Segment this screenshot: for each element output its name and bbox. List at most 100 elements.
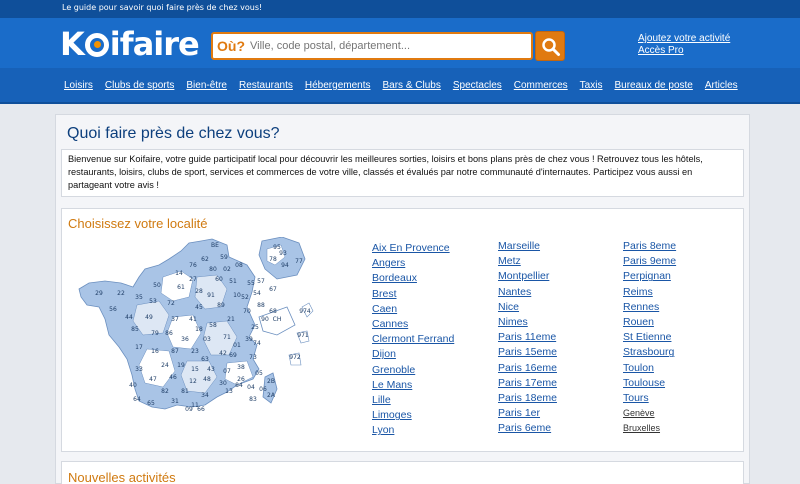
department-label[interactable]: 47 bbox=[149, 376, 157, 383]
department-label[interactable]: 67 bbox=[269, 286, 277, 293]
department-label[interactable]: 87 bbox=[171, 348, 179, 355]
city-link[interactable]: Paris 16eme bbox=[498, 362, 557, 374]
department-label[interactable]: 18 bbox=[195, 326, 203, 333]
department-label[interactable]: 10 bbox=[233, 292, 241, 299]
department-label[interactable]: 07 bbox=[223, 368, 231, 375]
nav-link[interactable]: Bureaux de poste bbox=[614, 80, 692, 91]
city-link[interactable]: Nantes bbox=[498, 286, 531, 298]
city-link[interactable]: Toulouse bbox=[623, 377, 665, 389]
nav-link[interactable]: Bars & Clubs bbox=[382, 80, 440, 91]
city-link[interactable]: Paris 18eme bbox=[498, 392, 557, 404]
city-link[interactable]: Lille bbox=[372, 394, 391, 406]
nav-link[interactable]: Loisirs bbox=[64, 80, 93, 91]
department-label[interactable]: 33 bbox=[135, 366, 143, 373]
department-label[interactable]: 93 bbox=[279, 250, 287, 257]
nav-link[interactable]: Bien-être bbox=[186, 80, 227, 91]
city-link[interactable]: Toulon bbox=[623, 362, 654, 374]
city-link[interactable]: Dijon bbox=[372, 348, 396, 360]
city-link[interactable]: Lyon bbox=[372, 424, 394, 436]
department-label[interactable]: 64 bbox=[133, 396, 141, 403]
city-link[interactable]: Paris 1er bbox=[498, 407, 540, 419]
department-label[interactable]: 66 bbox=[197, 406, 205, 413]
city-link[interactable]: Bordeaux bbox=[372, 272, 417, 284]
department-label[interactable]: 84 bbox=[235, 382, 243, 389]
department-label[interactable]: 83 bbox=[249, 396, 257, 403]
department-label[interactable]: 12 bbox=[189, 378, 197, 385]
department-label[interactable]: 05 bbox=[255, 370, 263, 377]
department-label[interactable]: 36 bbox=[181, 336, 189, 343]
department-label[interactable]: 06 bbox=[259, 386, 267, 393]
department-label[interactable]: 48 bbox=[203, 376, 211, 383]
department-label[interactable]: 13 bbox=[225, 388, 233, 395]
nav-link[interactable]: Hébergements bbox=[305, 80, 371, 91]
department-label[interactable]: 52 bbox=[241, 294, 249, 301]
city-link[interactable]: Le Mans bbox=[372, 379, 412, 391]
city-link[interactable]: Angers bbox=[372, 257, 405, 269]
department-label[interactable]: 972 bbox=[289, 354, 301, 361]
department-label[interactable]: 01 bbox=[233, 342, 241, 349]
city-link[interactable]: Limoges bbox=[372, 409, 412, 421]
department-label[interactable]: 61 bbox=[177, 284, 185, 291]
department-label[interactable]: 79 bbox=[151, 330, 159, 337]
city-link[interactable]: Paris 9eme bbox=[623, 255, 676, 267]
nav-link[interactable]: Spectacles bbox=[453, 80, 502, 91]
department-label[interactable]: 72 bbox=[167, 300, 175, 307]
department-label[interactable]: 81 bbox=[181, 388, 189, 395]
department-label[interactable]: 82 bbox=[161, 388, 169, 395]
department-label[interactable]: 974 bbox=[299, 308, 311, 315]
department-label[interactable]: 57 bbox=[257, 278, 265, 285]
department-label[interactable]: 35 bbox=[135, 294, 143, 301]
nav-link[interactable]: Commerces bbox=[514, 80, 568, 91]
department-label[interactable]: 53 bbox=[149, 298, 157, 305]
department-label[interactable]: 17 bbox=[135, 344, 143, 351]
department-label[interactable]: 43 bbox=[207, 366, 215, 373]
city-link[interactable]: Aix En Provence bbox=[372, 242, 450, 254]
department-label[interactable]: 03 bbox=[203, 336, 211, 343]
city-link[interactable]: Montpellier bbox=[498, 270, 549, 282]
city-link[interactable]: Caen bbox=[372, 303, 397, 315]
department-label[interactable]: 25 bbox=[251, 324, 259, 331]
department-label[interactable]: 65 bbox=[147, 400, 155, 407]
department-label[interactable]: 15 bbox=[191, 366, 199, 373]
department-label[interactable]: 09 bbox=[185, 406, 193, 413]
department-label[interactable]: 71 bbox=[223, 334, 231, 341]
city-link[interactable]: Tours bbox=[623, 392, 649, 404]
nav-link[interactable]: Taxis bbox=[580, 80, 603, 91]
city-link[interactable]: Metz bbox=[498, 255, 521, 267]
department-label[interactable]: 42 bbox=[219, 350, 227, 357]
nav-link[interactable]: Restaurants bbox=[239, 80, 293, 91]
department-label[interactable]: 23 bbox=[191, 348, 199, 355]
department-label[interactable]: CH bbox=[273, 316, 282, 323]
department-label[interactable]: 16 bbox=[151, 348, 159, 355]
city-link[interactable]: Cannes bbox=[372, 318, 408, 330]
department-label[interactable]: 90 bbox=[261, 316, 269, 323]
city-link[interactable]: Grenoble bbox=[372, 364, 415, 376]
city-link[interactable]: Paris 17eme bbox=[498, 377, 557, 389]
department-label[interactable]: 40 bbox=[129, 382, 137, 389]
nav-link[interactable]: Articles bbox=[705, 80, 738, 91]
department-label[interactable]: 50 bbox=[153, 282, 161, 289]
nav-link[interactable]: Clubs de sports bbox=[105, 80, 174, 91]
department-label[interactable]: 02 bbox=[223, 266, 231, 273]
department-label[interactable]: 04 bbox=[247, 384, 255, 391]
location-search-input[interactable] bbox=[250, 40, 510, 52]
department-label[interactable]: 77 bbox=[295, 258, 303, 265]
city-link[interactable]: Clermont Ferrand bbox=[372, 333, 454, 345]
city-link[interactable]: Paris 11eme bbox=[498, 331, 556, 343]
department-label[interactable]: 51 bbox=[229, 278, 237, 285]
department-label[interactable]: 39 bbox=[245, 336, 253, 343]
city-link[interactable]: Rennes bbox=[623, 301, 659, 313]
add-activity-link[interactable]: Ajoutez votre activité bbox=[638, 33, 730, 45]
department-label[interactable]: 14 bbox=[175, 270, 183, 277]
department-label[interactable]: 31 bbox=[171, 398, 179, 405]
department-label[interactable]: 76 bbox=[189, 262, 197, 269]
city-link[interactable]: St Etienne bbox=[623, 331, 671, 343]
department-label[interactable]: 29 bbox=[95, 290, 103, 297]
city-link[interactable]: Brest bbox=[372, 288, 397, 300]
department-label[interactable]: 30 bbox=[219, 380, 227, 387]
city-link[interactable]: Nimes bbox=[498, 316, 528, 328]
department-label[interactable]: 54 bbox=[253, 290, 261, 297]
department-label[interactable]: 2B bbox=[267, 378, 275, 385]
department-label[interactable]: 63 bbox=[201, 356, 209, 363]
france-map[interactable]: BE596280760208601427957893947750 61285191… bbox=[77, 237, 317, 413]
